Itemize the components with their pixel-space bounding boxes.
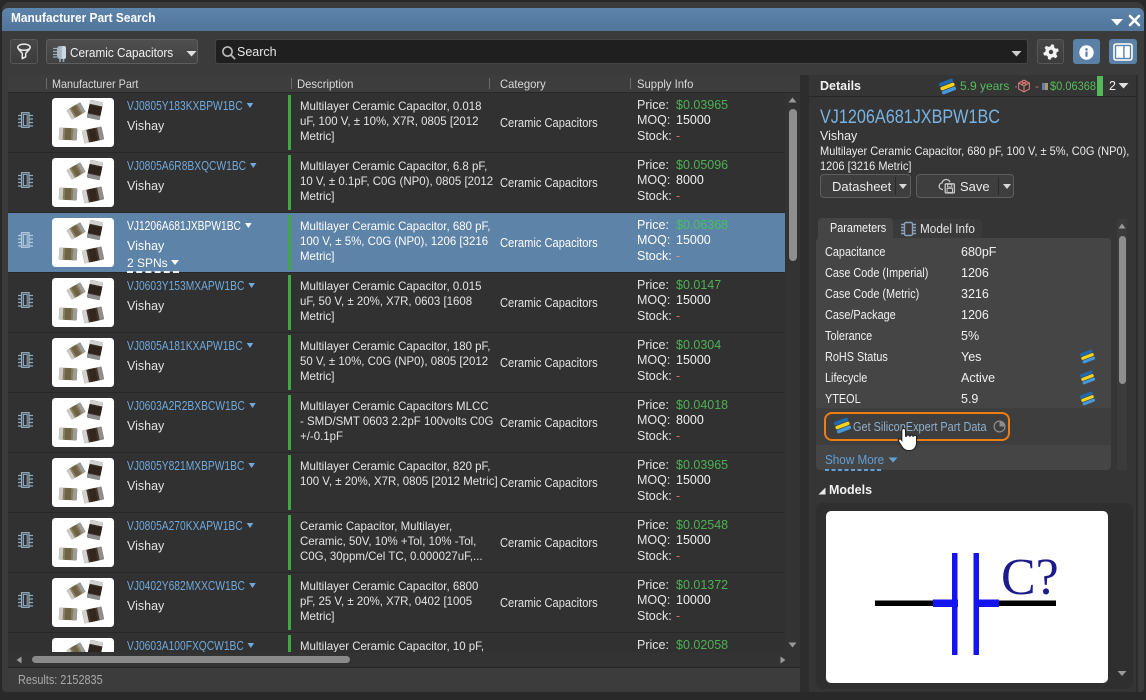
svg-text:C?: C?	[1001, 549, 1059, 606]
